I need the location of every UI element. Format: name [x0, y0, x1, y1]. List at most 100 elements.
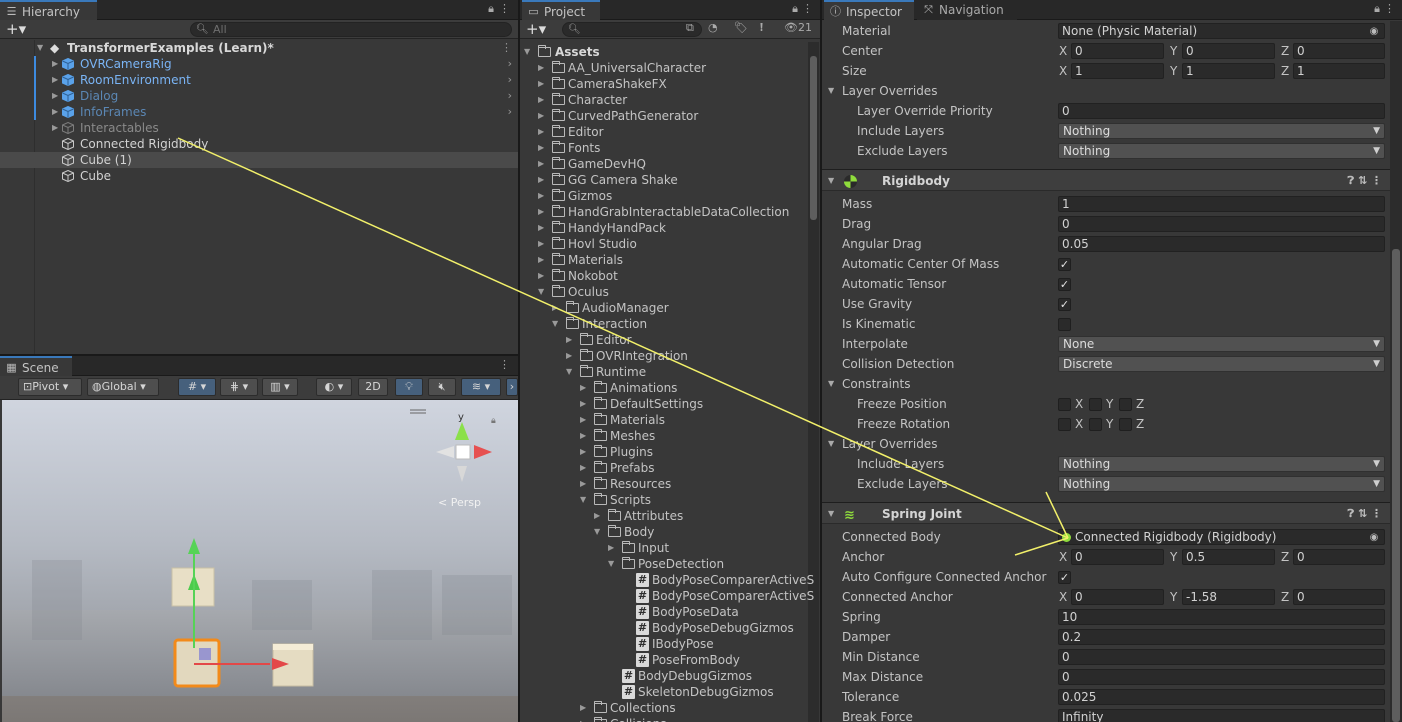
expand-triangle-icon[interactable]: ▶: [580, 476, 586, 492]
expand-triangle-icon[interactable]: ▶: [580, 700, 586, 716]
project-folder-item[interactable]: ▶ Nokobot: [520, 268, 806, 284]
size-y-input[interactable]: 1: [1182, 63, 1275, 79]
damper-input[interactable]: 0.2: [1058, 629, 1385, 645]
project-folder-item[interactable]: ▶ Input: [520, 540, 806, 556]
project-folder-item[interactable]: ▶ AudioManager: [520, 300, 806, 316]
hierarchy-item[interactable]: ▶ InfoFrames ›: [0, 104, 518, 120]
freeze-pos-z-checkbox[interactable]: [1119, 398, 1132, 411]
open-prefab-arrow-icon[interactable]: ›: [508, 72, 512, 88]
rb-layer-overrides-foldout[interactable]: ▼ Layer Overrides: [822, 434, 1390, 454]
use-gravity-checkbox[interactable]: ✓: [1058, 298, 1071, 311]
project-script-item[interactable]: # BodyPoseData: [520, 604, 806, 620]
presets-icon[interactable]: ⇅: [1358, 507, 1367, 520]
expand-triangle-icon[interactable]: ▼: [552, 316, 558, 332]
auto-configure-checkbox[interactable]: ✓: [1058, 571, 1071, 584]
mode-2d-toggle[interactable]: 2D: [358, 378, 388, 396]
lock-icon[interactable]: 🔒︎: [792, 2, 798, 16]
persp-label-row[interactable]: < Persp: [438, 496, 481, 509]
expand-triangle-icon[interactable]: ▶: [538, 156, 544, 172]
project-folder-item[interactable]: ▶ HandGrabInteractableDataCollection: [520, 204, 806, 220]
help-icon[interactable]: ❓︎: [1347, 174, 1354, 187]
project-folder-item[interactable]: ▼ Oculus: [520, 284, 806, 300]
anchor-y-input[interactable]: 0.5: [1182, 549, 1275, 565]
min-distance-input[interactable]: 0: [1058, 649, 1385, 665]
project-folder-item[interactable]: ▶ CurvedPathGenerator: [520, 108, 806, 124]
gizmo-lock-icon[interactable]: 🔒︎: [491, 416, 496, 426]
project-folder-item[interactable]: ▶ Character: [520, 92, 806, 108]
project-folder-item[interactable]: ▼ Scripts: [520, 492, 806, 508]
project-folder-item[interactable]: ▶ Collections: [520, 700, 806, 716]
project-folder-item[interactable]: ▼ Runtime: [520, 364, 806, 380]
project-folder-item[interactable]: ▶ Fonts: [520, 140, 806, 156]
exclude-layers-dropdown[interactable]: Nothing ▼: [1058, 143, 1385, 159]
search-by-type-icon[interactable]: ⧉: [686, 21, 694, 35]
project-folder-item[interactable]: ▶ Animations: [520, 380, 806, 396]
size-x-input[interactable]: 1: [1071, 63, 1164, 79]
scene-viewport[interactable]: y 🔒︎ < Persp: [2, 400, 518, 722]
lighting-toggle[interactable]: 💡︎: [395, 378, 423, 396]
project-search-input[interactable]: 🔍︎: [562, 22, 702, 37]
project-folder-item[interactable]: ▶ Materials: [520, 252, 806, 268]
project-folder-item[interactable]: ▶ Editor: [520, 332, 806, 348]
panel-menu-icon[interactable]: ⋮: [499, 2, 510, 15]
conn-anchor-z-input[interactable]: 0: [1293, 589, 1385, 605]
center-y-input[interactable]: 0: [1182, 43, 1275, 59]
grid-snap-button[interactable]: # ▾: [178, 378, 216, 396]
project-folder-item[interactable]: ▶ Editor: [520, 124, 806, 140]
expand-triangle-icon[interactable]: ▶: [580, 428, 586, 444]
hierarchy-item[interactable]: ▶ Dialog ›: [0, 88, 518, 104]
component-controls[interactable]: ❓︎ ⇅ ⋮: [1347, 503, 1382, 525]
object-picker-icon[interactable]: ◉: [1367, 531, 1381, 544]
open-prefab-arrow-icon[interactable]: ›: [508, 104, 512, 120]
expand-triangle-icon[interactable]: ▼: [608, 556, 614, 572]
warning-filter-icon[interactable]: ❗︎: [760, 21, 763, 35]
freeze-rot-z-checkbox[interactable]: [1119, 418, 1132, 431]
freeze-rot-y-checkbox[interactable]: [1089, 418, 1102, 431]
layer-overrides-foldout[interactable]: ▼ Layer Overrides: [822, 81, 1390, 101]
expand-triangle-icon[interactable]: ▶: [538, 60, 544, 76]
expand-triangle-icon[interactable]: ▼: [594, 524, 600, 540]
presets-icon[interactable]: ⇅: [1358, 174, 1367, 187]
conn-anchor-y-input[interactable]: -1.58: [1182, 589, 1275, 605]
assets-root-row[interactable]: ▼ Assets: [520, 44, 820, 60]
hierarchy-item[interactable]: Cube (1): [0, 152, 518, 168]
panel-menu-icon[interactable]: ⋮: [1384, 2, 1395, 15]
hierarchy-search-input[interactable]: 🔍︎ All: [190, 22, 512, 37]
mass-input[interactable]: 1: [1058, 196, 1385, 212]
component-controls[interactable]: ❓︎ ⇅ ⋮: [1347, 170, 1382, 192]
shading-mode-button[interactable]: ◐ ▾: [316, 378, 352, 396]
create-asset-button[interactable]: +▾: [526, 20, 546, 38]
connected-body-field[interactable]: Connected Rigidbody (Rigidbody) ◉: [1058, 529, 1385, 545]
project-folder-item[interactable]: ▶ OVRIntegration: [520, 348, 806, 364]
create-add-button[interactable]: +▾: [6, 20, 26, 38]
project-script-item[interactable]: # IBodyPose: [520, 636, 806, 652]
panel-menu-icon[interactable]: ⋮: [802, 2, 813, 15]
project-folder-item[interactable]: ▶ DefaultSettings: [520, 396, 806, 412]
project-scroll-thumb[interactable]: [810, 56, 817, 220]
expand-triangle-icon[interactable]: ▶: [538, 124, 544, 140]
hierarchy-item[interactable]: Cube: [0, 168, 518, 184]
expand-triangle-icon[interactable]: ▶: [566, 332, 572, 348]
scene-root-row[interactable]: ▼ ◆ TransformerExamples (Learn)* ⋮: [0, 40, 518, 56]
constraints-foldout[interactable]: ▼ Constraints: [822, 374, 1390, 394]
spring-input[interactable]: 10: [1058, 609, 1385, 625]
foldout-expanded-icon[interactable]: ▼: [828, 170, 834, 192]
expand-triangle-icon[interactable]: ▶: [538, 108, 544, 124]
expand-triangle-icon[interactable]: ▼: [566, 364, 572, 380]
inspector-scroll-thumb[interactable]: [1392, 249, 1400, 722]
project-folder-item[interactable]: ▶ Gizmos: [520, 188, 806, 204]
open-prefab-arrow-icon[interactable]: ›: [508, 56, 512, 72]
project-folder-item[interactable]: ▶ GameDevHQ: [520, 156, 806, 172]
panel-menu-icon[interactable]: ⋮: [499, 358, 510, 371]
filter-by-label-icon[interactable]: 🏷︎: [734, 21, 748, 34]
expand-triangle-icon[interactable]: ▶: [538, 188, 544, 204]
project-folder-item[interactable]: ▶ CameraShakeFX: [520, 76, 806, 92]
project-folder-item[interactable]: ▶ Prefabs: [520, 460, 806, 476]
conn-anchor-x-input[interactable]: 0: [1071, 589, 1164, 605]
expand-triangle-icon[interactable]: ▶: [538, 236, 544, 252]
scene-menu-icon[interactable]: ⋮: [501, 40, 512, 56]
expand-triangle-icon[interactable]: ▶: [52, 104, 58, 120]
expand-triangle-icon[interactable]: ▶: [580, 412, 586, 428]
tab-navigation[interactable]: ⤧ Navigation: [917, 0, 1017, 20]
expand-triangle-icon[interactable]: ▶: [566, 348, 572, 364]
